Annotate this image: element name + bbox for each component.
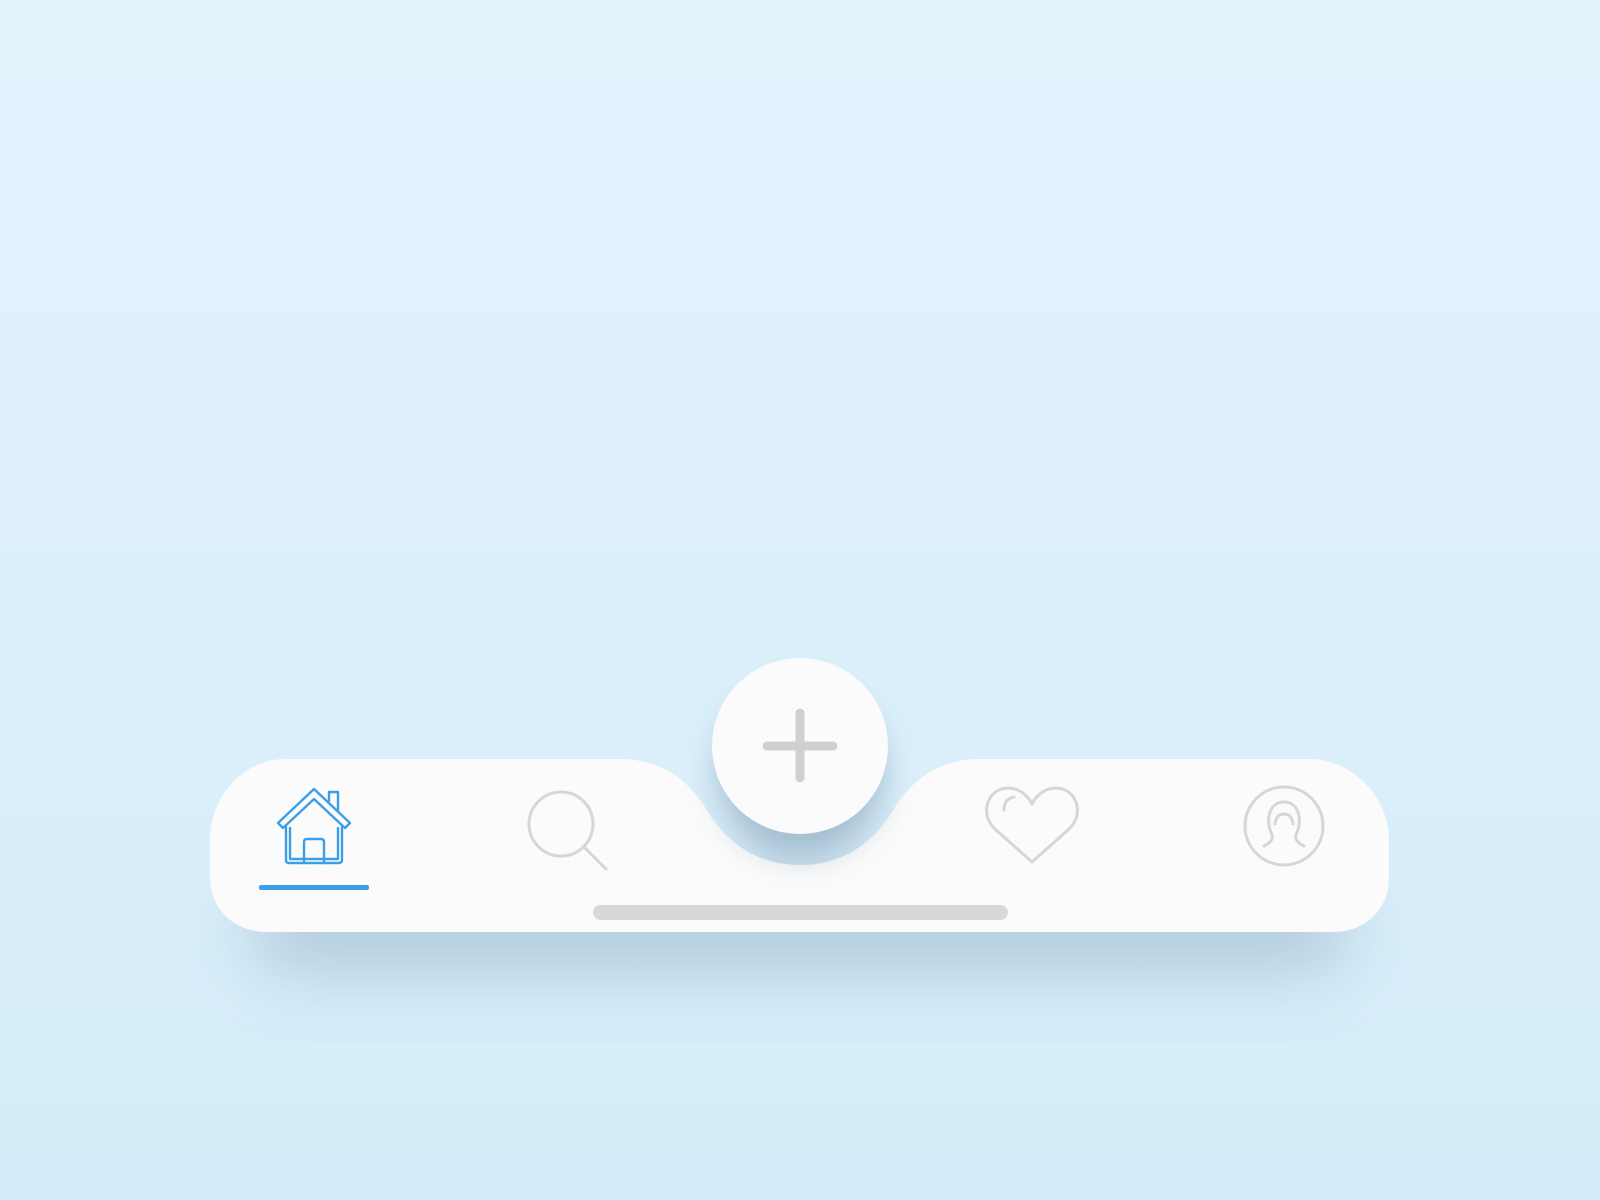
home-icon xyxy=(276,787,352,865)
active-tab-indicator xyxy=(259,885,369,890)
tab-favorites[interactable] xyxy=(972,776,1092,886)
home-indicator-bar[interactable] xyxy=(593,905,1008,920)
search-icon xyxy=(527,790,608,871)
app-screen xyxy=(0,0,1600,1200)
plus-icon xyxy=(762,708,838,783)
tab-bar xyxy=(210,759,1389,932)
tab-profile[interactable] xyxy=(1224,780,1344,890)
add-button[interactable] xyxy=(712,658,888,834)
tab-home[interactable] xyxy=(254,780,374,890)
tab-search[interactable] xyxy=(506,774,626,884)
user-icon xyxy=(1243,785,1325,867)
heart-icon xyxy=(985,786,1079,864)
